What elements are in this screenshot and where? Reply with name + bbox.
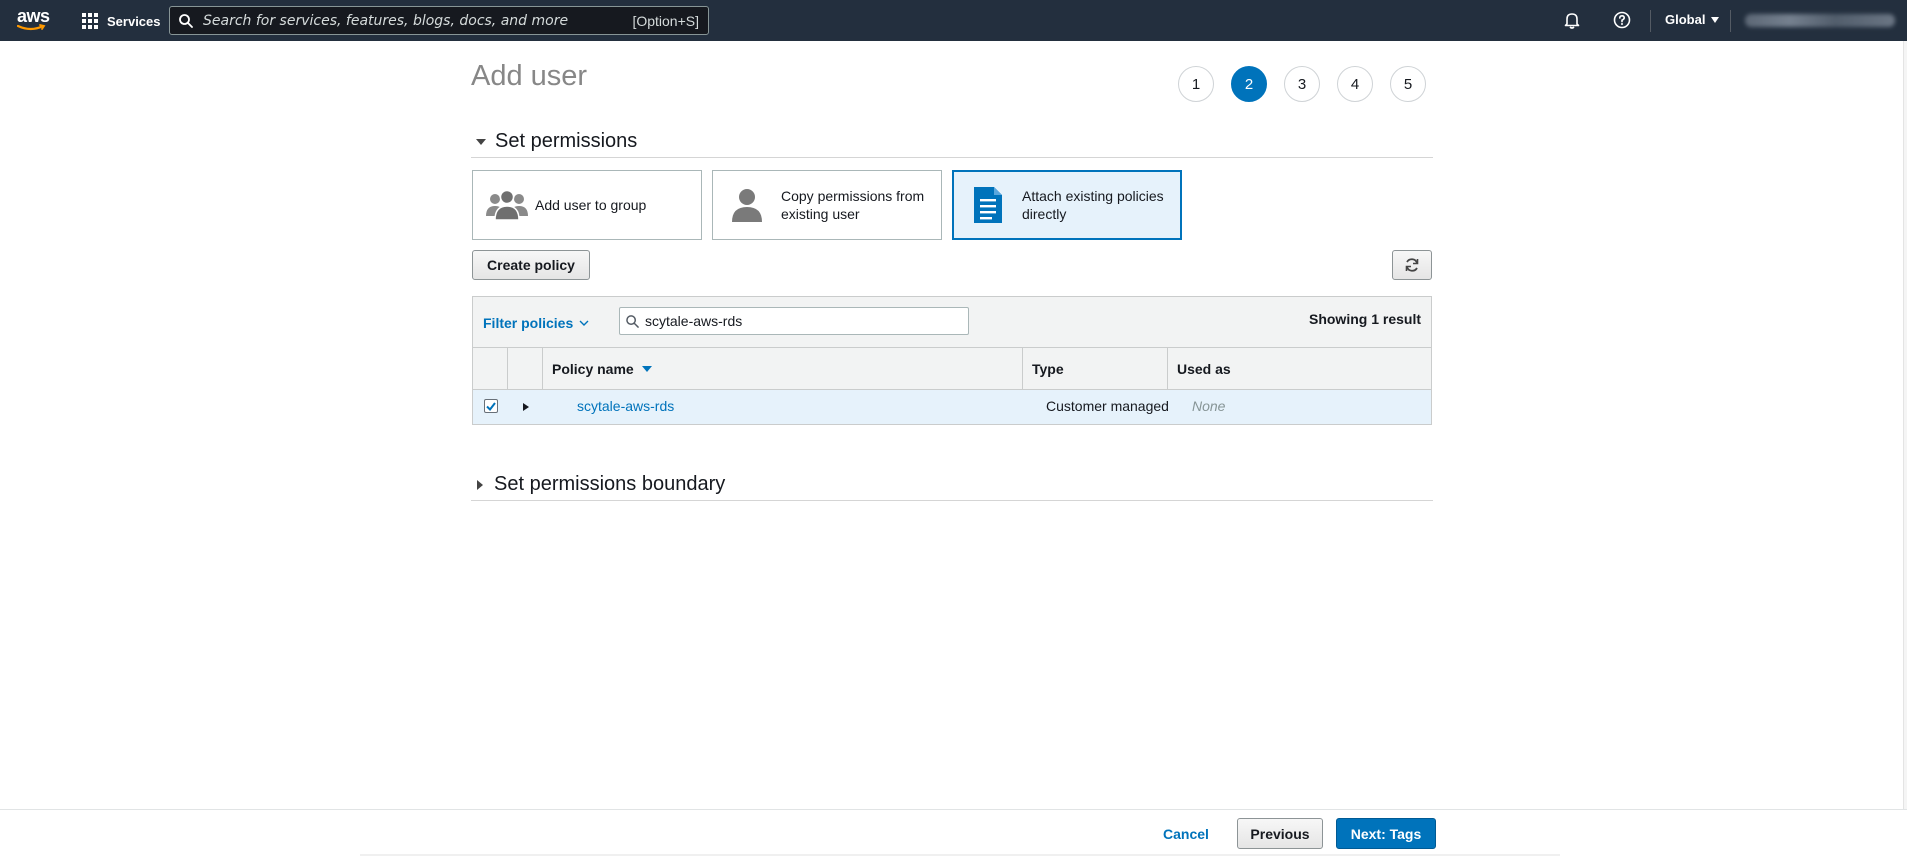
aws-logo[interactable]: aws — [17, 7, 51, 33]
services-menu-button[interactable]: Services — [82, 10, 161, 32]
policy-search-box[interactable] — [619, 307, 969, 335]
account-menu-blurred[interactable] — [1745, 14, 1895, 27]
search-icon — [626, 314, 639, 328]
policy-search-input[interactable] — [645, 313, 945, 329]
next-tags-button[interactable]: Next: Tags — [1336, 818, 1436, 849]
select-column-header — [473, 348, 508, 389]
column-header-policy-name[interactable]: Policy name — [543, 348, 1023, 389]
caret-right-icon — [477, 479, 483, 490]
column-header-type[interactable]: Type — [1023, 348, 1168, 389]
expand-column-header — [508, 348, 543, 389]
set-permissions-title: Set permissions — [495, 130, 638, 152]
step-2-active[interactable]: 2 — [1231, 66, 1267, 102]
nav-divider — [1730, 10, 1731, 32]
option-label: Add user to group — [535, 197, 647, 213]
step-1[interactable]: 1 — [1178, 66, 1214, 102]
option-label: Attach existing policies directly — [1022, 188, 1164, 222]
filter-policies-label: Filter policies — [483, 315, 574, 331]
bell-icon[interactable] — [1563, 11, 1583, 31]
page-title: Add user — [471, 60, 588, 92]
column-label: Used as — [1177, 360, 1231, 377]
policies-table: Filter policies Showing 1 result Policy … — [472, 296, 1432, 425]
table-header-row: Policy name Type Used as — [473, 348, 1431, 390]
previous-button[interactable]: Previous — [1237, 818, 1323, 849]
sort-descending-icon — [641, 365, 652, 372]
option-attach-policies[interactable]: Attach existing policies directly — [952, 170, 1182, 240]
services-label: Services — [107, 13, 161, 29]
column-label: Type — [1032, 360, 1064, 377]
policy-name-link[interactable]: scytale-aws-rds — [577, 398, 674, 414]
set-permissions-section-header[interactable]: Set permissions — [471, 130, 1433, 158]
step-4[interactable]: 4 — [1337, 66, 1373, 102]
cancel-link[interactable]: Cancel — [1163, 826, 1209, 842]
document-icon — [966, 186, 1010, 224]
top-navigation-bar: aws Services [Option+S] — [0, 0, 1907, 41]
expand-row-icon[interactable] — [523, 403, 529, 411]
policy-used-as: None — [1192, 398, 1226, 414]
global-search-input[interactable] — [203, 12, 633, 29]
step-3[interactable]: 3 — [1284, 66, 1320, 102]
refresh-button[interactable] — [1392, 250, 1432, 280]
checkmark-icon — [486, 401, 496, 411]
option-add-user-to-group[interactable]: Add user to group — [472, 170, 702, 240]
chevron-down-icon — [579, 320, 589, 326]
filter-policies-dropdown[interactable]: Filter policies — [483, 315, 589, 331]
help-icon[interactable] — [1613, 11, 1633, 31]
table-filter-bar: Filter policies Showing 1 result — [473, 297, 1431, 348]
grid-icon — [82, 13, 98, 29]
region-label: Global — [1665, 12, 1706, 27]
result-count: Showing 1 result — [1308, 311, 1421, 327]
policy-type: Customer managed — [1046, 398, 1169, 414]
region-selector[interactable]: Global — [1665, 12, 1720, 27]
refresh-icon — [1405, 258, 1419, 272]
vertical-scrollbar[interactable] — [1903, 41, 1907, 811]
row-checkbox[interactable] — [484, 399, 498, 413]
wizard-footer — [0, 809, 1907, 856]
search-shortcut-hint: [Option+S] — [632, 12, 699, 29]
column-label: Policy name — [552, 360, 634, 377]
aws-smile-icon — [17, 24, 46, 31]
permissions-boundary-title: Set permissions boundary — [494, 473, 726, 495]
wizard-steps: 1 2 3 4 5 — [1178, 66, 1443, 102]
permissions-boundary-section-header[interactable]: Set permissions boundary — [471, 473, 1433, 501]
column-header-used-as[interactable]: Used as — [1168, 348, 1431, 389]
aws-logo-text: aws — [17, 6, 50, 26]
step-5[interactable]: 5 — [1390, 66, 1426, 102]
option-label: Copy permissions from existing user — [781, 188, 925, 222]
permission-options: Add user to group Copy permissions from … — [472, 170, 1192, 240]
caret-down-icon — [476, 138, 486, 145]
create-policy-button[interactable]: Create policy — [472, 250, 590, 280]
caret-down-icon — [1711, 16, 1720, 23]
table-row[interactable]: scytale-aws-rds Customer managed None — [473, 390, 1431, 424]
nav-divider — [1650, 10, 1651, 32]
global-search-box[interactable]: [Option+S] — [169, 6, 709, 35]
search-icon — [179, 13, 193, 28]
option-copy-permissions[interactable]: Copy permissions from existing user — [712, 170, 942, 240]
user-icon — [725, 186, 769, 224]
group-icon — [485, 186, 529, 224]
